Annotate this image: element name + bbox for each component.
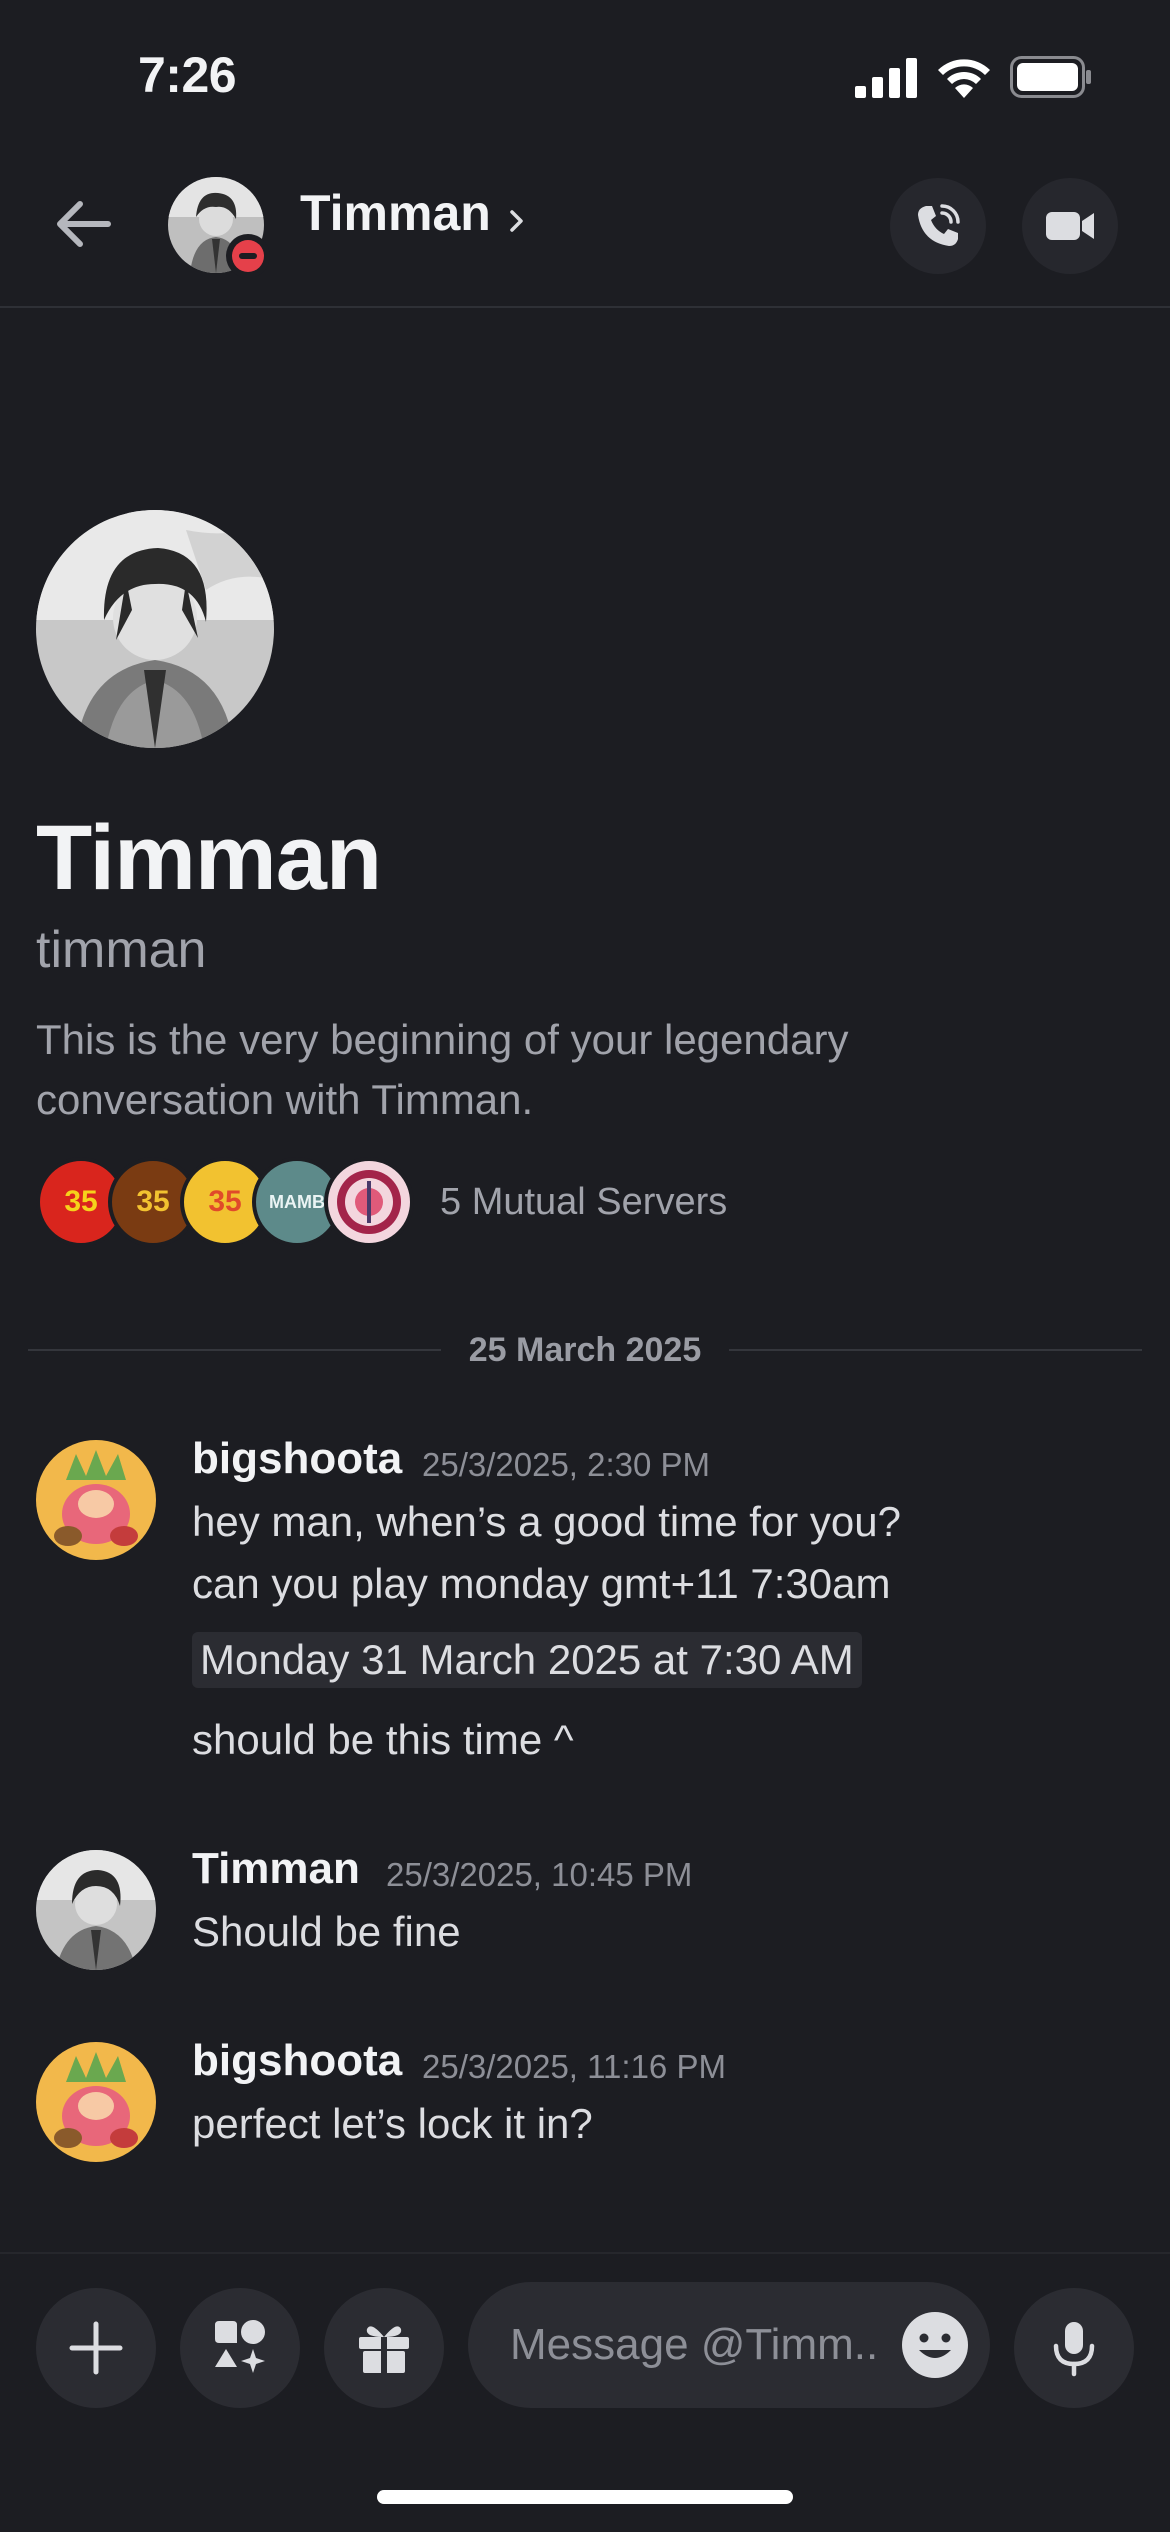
do-not-disturb-status-icon (226, 234, 270, 278)
video-camera-icon (1046, 212, 1094, 240)
message-author[interactable]: bigshoota (192, 2036, 402, 2086)
status-bar: 7:26 (0, 0, 1170, 150)
chevron-right-icon[interactable] (506, 206, 528, 236)
mutual-servers[interactable]: 35 35 35 MAMB 5 Mutual Servers (36, 1155, 727, 1249)
apps-button[interactable] (180, 2288, 300, 2408)
author-avatar[interactable] (36, 1440, 156, 1560)
profile-display-name: Timman (36, 807, 382, 909)
message-timestamp: 25/3/2025, 10:45 PM (386, 1856, 693, 1893)
emoji-icon[interactable] (900, 2310, 970, 2380)
video-call-button[interactable] (1022, 178, 1118, 274)
plus-icon (69, 2321, 123, 2375)
date-divider: 25 March 2025 (28, 1325, 1142, 1375)
message-author[interactable]: Timman (192, 1844, 360, 1894)
attach-button[interactable] (36, 2288, 156, 2408)
timestamp-mention[interactable]: Monday 31 March 2025 at 7:30 AM (192, 1632, 862, 1688)
message-text: should be this time ^ (192, 1716, 574, 1763)
message-timestamp: 25/3/2025, 11:16 PM (422, 2048, 726, 2085)
wifi-icon (938, 59, 990, 98)
cellular-signal-icon (855, 58, 917, 98)
back-arrow-icon[interactable] (52, 192, 116, 256)
message-timestamp: 25/3/2025, 2:30 PM (422, 1446, 711, 1483)
voice-message-button[interactable] (1014, 2288, 1134, 2408)
conversation-intro-text: This is the very beginning of your legen… (36, 1016, 849, 1123)
message-text: Should be fine (192, 1908, 461, 1955)
apps-icon (215, 2320, 265, 2373)
dm-screen: 7:26 Timman Timman timman This is the ve… (0, 0, 1170, 2532)
header-username[interactable]: Timman (300, 184, 491, 242)
server-icon (324, 1157, 414, 1247)
message-text: perfect let’s lock it in? (192, 2100, 593, 2147)
message-author[interactable]: bigshoota (192, 1434, 402, 1484)
author-avatar[interactable] (36, 1850, 156, 1970)
channel-header: Timman (0, 150, 1170, 308)
profile-avatar[interactable] (36, 510, 274, 748)
battery-icon (1010, 56, 1091, 98)
date-divider-label: 25 March 2025 (468, 1330, 702, 1369)
message-text: can you play monday gmt+11 7:30am (192, 1560, 891, 1607)
gift-icon (359, 2326, 409, 2373)
gift-button[interactable] (324, 2288, 444, 2408)
author-avatar[interactable] (36, 2042, 156, 2162)
mutual-servers-label: 5 Mutual Servers (440, 1180, 728, 1223)
status-time: 7:26 (138, 47, 237, 103)
voice-call-button[interactable] (890, 178, 986, 274)
profile-username: timman (36, 921, 207, 979)
message-text: hey man, when’s a good time for you? (192, 1498, 901, 1545)
microphone-icon (1053, 2322, 1095, 2377)
home-indicator[interactable] (377, 2490, 793, 2504)
phone-call-icon (918, 204, 960, 246)
